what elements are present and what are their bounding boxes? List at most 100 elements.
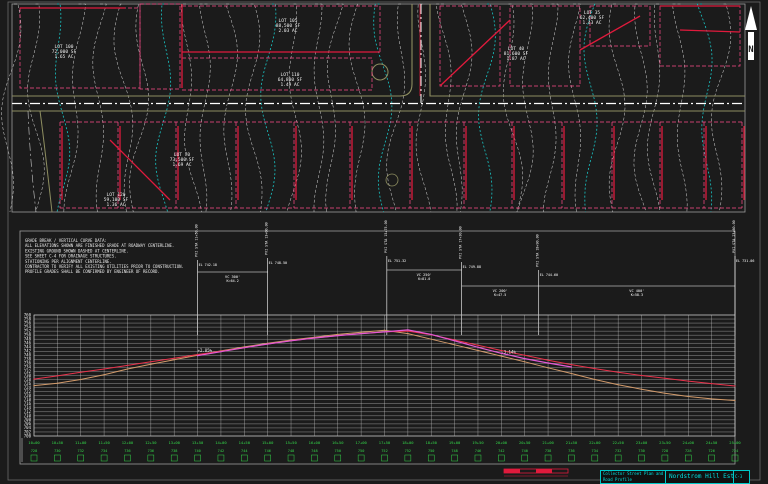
profile-point — [407, 332, 409, 335]
station-tick-label: 23+00 — [636, 440, 648, 445]
station-elev-label: 736 — [148, 449, 155, 453]
station-tick-label: 12+50 — [145, 440, 157, 445]
station-elev-label: 728 — [685, 449, 692, 453]
profile-point — [267, 343, 269, 345]
station-elev-label: 726 — [708, 449, 715, 453]
title-block-row2: Road Profile — [603, 477, 632, 482]
station-tick-label: 15+50 — [285, 440, 297, 445]
station-tick-label: 19+50 — [472, 440, 484, 445]
station-tick-label: 19+00 — [449, 440, 461, 445]
profile-point — [617, 371, 619, 373]
profile-point — [80, 378, 82, 381]
station-tick-label: 18+00 — [402, 440, 414, 445]
profile-point — [173, 357, 175, 359]
station-elev-label: 734 — [592, 449, 599, 453]
profile-point — [547, 359, 549, 361]
station-elev-label: 744 — [241, 449, 248, 453]
profile-point — [430, 338, 432, 340]
station-elev-label: 738 — [545, 449, 552, 453]
station-elev-label: 728 — [662, 449, 669, 453]
station-tick-label: 12+00 — [122, 440, 134, 445]
station-elev-label: 742 — [498, 449, 505, 453]
station-marker — [591, 454, 599, 462]
station-marker — [217, 454, 225, 462]
station-tick-label: 16+50 — [332, 440, 344, 445]
scale-bar — [503, 468, 569, 477]
station-marker — [194, 454, 201, 462]
station-marker — [124, 454, 131, 462]
profile-point — [243, 347, 245, 349]
profile-point — [383, 329, 386, 331]
profile-point — [430, 333, 432, 335]
station-elev-label: 748 — [288, 449, 295, 453]
profile-point — [313, 337, 315, 339]
station-elev-label: 732 — [615, 449, 622, 453]
station-elev-label: 752 — [381, 449, 388, 453]
station-tick-label: 14+50 — [239, 440, 251, 445]
profile-point — [454, 340, 456, 342]
profile-point — [524, 361, 526, 363]
station-tick-label: 20+50 — [519, 440, 531, 445]
station-tick-label: 13+00 — [168, 440, 180, 445]
profile-grid — [33, 314, 736, 437]
profile-point — [407, 329, 409, 331]
station-elev-label: 732 — [77, 449, 84, 453]
station-marker — [381, 454, 388, 462]
profile-point — [711, 398, 713, 400]
profile-point — [290, 340, 292, 342]
station-elev-label: 740 — [194, 449, 201, 453]
station-elev-label: 736 — [568, 449, 575, 453]
station-marker — [521, 454, 528, 462]
station-marker — [474, 454, 482, 462]
profile-point — [734, 399, 736, 402]
station-tick-label: 22+50 — [612, 440, 624, 445]
station-tick-label: 16+00 — [309, 440, 321, 445]
profile-point — [56, 375, 58, 377]
station-marker — [614, 454, 622, 462]
profile-point — [56, 382, 58, 384]
elevation-tick-label: 700 — [24, 433, 32, 438]
station-tick-label: 11+00 — [75, 440, 87, 445]
station-marker — [498, 454, 505, 462]
pvi-callout-elev: EL 731.06 — [736, 259, 754, 263]
profile-point — [594, 368, 596, 370]
station-marker — [100, 454, 108, 462]
pvi-callout-elev: EL 744.60 — [540, 273, 558, 277]
station-elev-label: 748 — [311, 449, 318, 453]
profile-notes: GRADE BREAK / VERTICAL CURVE DATA:ALL EL… — [25, 238, 184, 274]
profile-point — [547, 362, 549, 364]
profile-point — [103, 374, 105, 376]
station-marker — [54, 454, 61, 462]
profile-note: PROFILE GRADES SHALL BE CONFIRMED BY ENG… — [25, 269, 160, 274]
station-elev-label: 740 — [521, 449, 528, 453]
title-block-sheet: C-3 — [735, 474, 743, 479]
pvi-callout-elev: EL 742.18 — [199, 263, 217, 267]
profile-view: GRADE BREAK / VERTICAL CURVE DATA:ALL EL… — [19, 220, 754, 477]
station-elev-label: 746 — [264, 449, 271, 453]
station-tick-label: 25+00 — [729, 440, 741, 445]
profile-point — [477, 346, 479, 348]
station-tick-label: 24+00 — [683, 440, 695, 445]
profile-point — [570, 366, 573, 368]
profile-point — [687, 380, 689, 382]
station-tick-label: 24+50 — [706, 440, 718, 445]
station-elev-label: 724 — [732, 449, 739, 453]
station-marker — [638, 454, 645, 462]
title-block: Collector Street Plan and Profile Road P… — [600, 470, 750, 484]
grade-label: +2.85% — [198, 348, 213, 353]
station-marker — [685, 454, 692, 462]
profile-point — [594, 378, 596, 381]
profile-point — [173, 359, 175, 361]
profile-point — [126, 368, 129, 370]
profile-point — [103, 368, 105, 370]
station-elev-label: 736 — [124, 449, 131, 453]
station-marker — [451, 454, 458, 462]
vertical-curve-k: K=81.0 — [418, 277, 430, 281]
profile-point — [337, 334, 339, 337]
title-block-project: Nordstrom Hill Estates — [669, 471, 734, 483]
cad-drawing-canvas[interactable]: LOT 100 72,000 SF 1.65 AC LOT 105 88,500 SF 2… — [0, 0, 768, 484]
station-marker — [427, 454, 435, 462]
pvi-callout-label: PVI STA 15+75.00 — [384, 220, 388, 253]
profile-point — [383, 331, 386, 333]
station-elev-label: 730 — [54, 449, 61, 453]
